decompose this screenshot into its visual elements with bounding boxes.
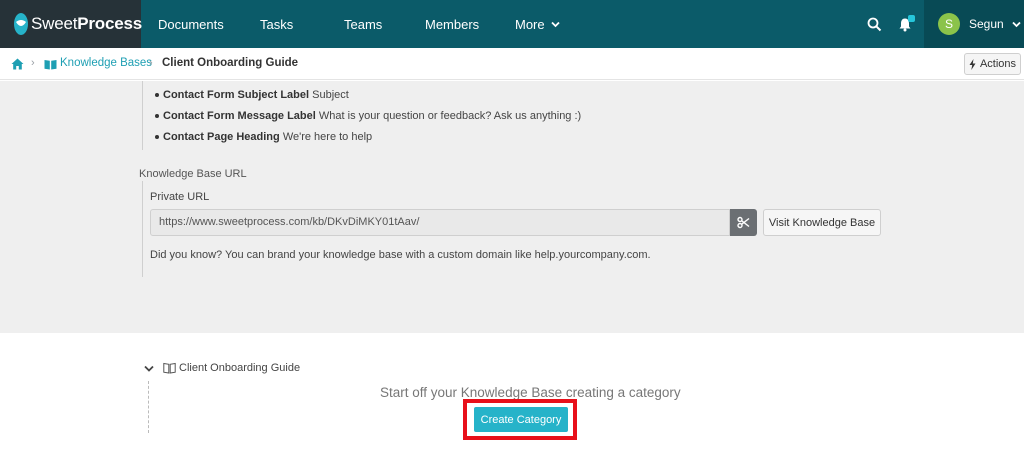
visit-knowledge-base-button[interactable]: Visit Knowledge Base xyxy=(763,209,881,236)
kb-url-section-label: Knowledge Base URL xyxy=(139,168,247,180)
private-url-label: Private URL xyxy=(150,191,210,203)
user-name: Segun xyxy=(969,17,1004,31)
nav-documents[interactable]: Documents xyxy=(158,0,224,48)
bell-icon[interactable] xyxy=(895,14,915,34)
nav-more[interactable]: More xyxy=(515,0,560,48)
breadcrumb-separator: › xyxy=(31,57,35,69)
empty-state-message: Start off your Knowledge Base creating a… xyxy=(380,385,681,400)
chevron-down-icon xyxy=(1012,21,1021,27)
user-menu[interactable]: S Segun xyxy=(924,0,1024,48)
nav-teams[interactable]: Teams xyxy=(344,0,382,48)
contact-settings-list: Contact Form Subject Label Subject Conta… xyxy=(142,81,581,150)
breadcrumb-separator: › xyxy=(149,57,153,69)
setting-page-heading: Contact Page Heading We're here to help xyxy=(154,123,581,144)
logo-icon xyxy=(14,13,28,35)
setting-subject-label: Contact Form Subject Label Subject xyxy=(154,81,581,102)
sweetprocess-logo[interactable]: SweetProcess xyxy=(0,0,143,48)
copy-url-button[interactable] xyxy=(730,209,757,236)
home-icon[interactable] xyxy=(11,57,24,75)
book-icon xyxy=(163,361,176,379)
custom-domain-tip: Did you know? You can brand your knowled… xyxy=(150,249,651,261)
actions-button[interactable]: Actions xyxy=(964,53,1021,75)
nav-members[interactable]: Members xyxy=(425,0,479,48)
logo-text: SweetProcess xyxy=(31,14,143,33)
private-url-field[interactable]: https://www.sweetprocess.com/kb/DKvDiMKY… xyxy=(150,209,730,236)
tree-connector xyxy=(148,381,149,433)
top-navbar: SweetProcess Documents Tasks Teams Membe… xyxy=(0,0,1024,48)
collapse-toggle[interactable] xyxy=(143,362,155,374)
chevron-down-icon xyxy=(144,365,154,372)
chevron-down-icon xyxy=(550,21,560,27)
book-open-icon xyxy=(44,57,57,75)
notification-badge xyxy=(908,15,915,22)
breadcrumb-current: Client Onboarding Guide xyxy=(162,57,299,69)
breadcrumb: › Knowledge Bases › Client Onboarding Gu… xyxy=(0,48,1024,80)
create-category-button[interactable]: Create Category xyxy=(474,407,568,432)
breadcrumb-knowledge-bases[interactable]: Knowledge Bases xyxy=(60,57,152,69)
settings-panel: Contact Form Subject Label Subject Conta… xyxy=(0,81,1024,333)
search-icon[interactable] xyxy=(864,14,884,34)
kb-tree-title[interactable]: Client Onboarding Guide xyxy=(179,362,300,374)
setting-message-label: Contact Form Message Label What is your … xyxy=(154,102,581,123)
kb-url-box: Private URL https://www.sweetprocess.com… xyxy=(142,181,882,277)
avatar: S xyxy=(938,13,960,35)
bolt-icon xyxy=(969,58,976,70)
scissors-icon xyxy=(737,216,750,229)
nav-tasks[interactable]: Tasks xyxy=(260,0,293,48)
